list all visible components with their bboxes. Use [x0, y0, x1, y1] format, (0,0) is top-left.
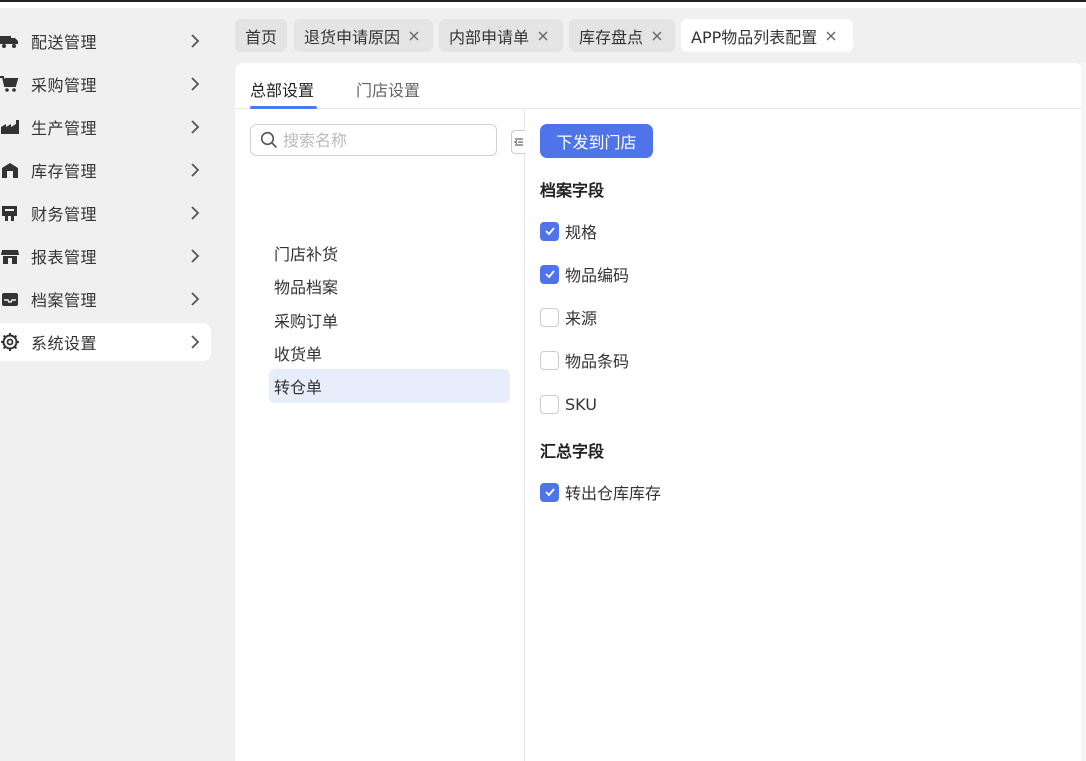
- chevron-right-icon: [191, 163, 200, 177]
- sidebar-item-delivery[interactable]: 配送管理: [0, 22, 211, 60]
- tab-internal-request[interactable]: 内部申请单: [439, 19, 563, 52]
- sidebar-item-label: 库存管理: [31, 162, 98, 181]
- close-icon[interactable]: [537, 30, 549, 42]
- tab-label: 退货申请原因: [304, 27, 401, 47]
- field-config-panel: 下发到门店 档案字段 规格 物品编码 来源 物品条码 SKU 汇总字段 转出仓库…: [526, 110, 1083, 761]
- chevron-right-icon: [191, 249, 200, 263]
- sidebar-item-reports[interactable]: 报表管理: [0, 237, 211, 275]
- tab-label: 首页: [245, 27, 278, 47]
- close-icon[interactable]: [408, 30, 420, 42]
- checkbox-unchecked[interactable]: [540, 307, 559, 327]
- section-title-archive-fields: 档案字段: [540, 181, 605, 200]
- sidebar-item-label: 生产管理: [31, 119, 98, 138]
- list-item[interactable]: 采购订单: [269, 303, 510, 337]
- subtab-bar: 总部设置 门店设置: [235, 63, 1083, 109]
- sidebar-item-label: 系统设置: [31, 334, 98, 353]
- chevron-right-icon: [191, 292, 200, 306]
- sidebar-item-system-settings[interactable]: 系统设置: [0, 323, 211, 361]
- inbox-icon: [0, 288, 22, 310]
- tab-label: APP物品列表配置: [691, 27, 818, 47]
- checkbox-unchecked[interactable]: [540, 394, 559, 414]
- sidebar-item-archives[interactable]: 档案管理: [0, 280, 211, 318]
- finance-icon: [0, 202, 22, 224]
- collapse-panel-button[interactable]: [511, 130, 525, 154]
- list-item[interactable]: 物品档案: [269, 269, 510, 303]
- field-checkbox-row[interactable]: 规格: [540, 220, 597, 242]
- sidebar-item-label: 采购管理: [31, 76, 98, 95]
- collapse-icon: [513, 138, 523, 146]
- chevron-right-icon: [191, 335, 200, 349]
- close-icon[interactable]: [825, 30, 837, 42]
- cart-icon: [0, 73, 22, 95]
- section-title-summary-fields: 汇总字段: [540, 442, 605, 461]
- sidebar-item-label: 财务管理: [31, 205, 98, 224]
- search-box[interactable]: [250, 124, 497, 156]
- tab-stocktake[interactable]: 库存盘点: [569, 19, 675, 52]
- dispatch-to-store-button[interactable]: 下发到门店: [540, 124, 653, 158]
- search-icon: [260, 131, 278, 149]
- field-checkbox-row[interactable]: 来源: [540, 306, 597, 328]
- sidebar-item-label: 报表管理: [31, 248, 98, 267]
- checkbox-label: 规格: [565, 223, 598, 242]
- factory-icon: [0, 116, 22, 138]
- scrollbar[interactable]: [1081, 63, 1086, 761]
- check-icon: [544, 488, 555, 497]
- gear-icon: [0, 331, 22, 353]
- field-checkbox-row[interactable]: SKU: [540, 393, 597, 415]
- subtab-headquarters-settings[interactable]: 总部设置: [250, 77, 314, 101]
- tab-label: 库存盘点: [579, 27, 644, 47]
- sidebar-item-purchase[interactable]: 采购管理: [0, 65, 211, 103]
- chevron-right-icon: [191, 34, 200, 48]
- field-checkbox-row[interactable]: 转出仓库库存: [540, 481, 661, 503]
- truck-icon: [0, 30, 22, 52]
- content-panel: 总部设置 门店设置 门店补货 物品档案 采购订单 收货单 转仓单 下发到门店 档…: [235, 63, 1083, 761]
- checkbox-label: 物品条码: [565, 352, 630, 371]
- checkbox-checked[interactable]: [540, 221, 559, 241]
- sidebar: 配送管理 采购管理 生产管理 库存管理 财务管理 报表管理 档案管理 系统设置: [0, 8, 221, 761]
- chevron-right-icon: [191, 77, 200, 91]
- close-icon[interactable]: [651, 30, 663, 42]
- tab-home[interactable]: 首页: [235, 19, 287, 52]
- warehouse-icon: [0, 159, 22, 181]
- tab-label: 内部申请单: [449, 27, 530, 47]
- subtab-store-settings[interactable]: 门店设置: [356, 77, 420, 101]
- checkbox-checked[interactable]: [540, 264, 559, 284]
- checkbox-label: SKU: [565, 394, 597, 414]
- tab-app-item-list-config[interactable]: APP物品列表配置: [681, 19, 853, 52]
- sidebar-item-production[interactable]: 生产管理: [0, 108, 211, 146]
- list-item[interactable]: 收货单: [269, 336, 510, 370]
- checkbox-checked[interactable]: [540, 482, 559, 502]
- list-item-selected[interactable]: 转仓单: [269, 369, 510, 403]
- checkbox-label: 转出仓库库存: [565, 484, 662, 503]
- check-icon: [544, 270, 555, 279]
- list-item[interactable]: 门店补货: [269, 236, 510, 270]
- sidebar-item-finance[interactable]: 财务管理: [0, 194, 211, 232]
- check-icon: [544, 227, 555, 236]
- active-tab-indicator: [250, 106, 317, 109]
- top-border: [0, 0, 1086, 8]
- checkbox-label: 来源: [565, 309, 598, 328]
- field-checkbox-row[interactable]: 物品条码: [540, 349, 629, 371]
- search-input[interactable]: [283, 130, 483, 150]
- checkbox-unchecked[interactable]: [540, 350, 559, 370]
- sidebar-item-label: 档案管理: [31, 291, 98, 310]
- store-icon: [0, 245, 22, 267]
- chevron-right-icon: [191, 206, 200, 220]
- checkbox-label: 物品编码: [565, 266, 630, 285]
- sidebar-item-label: 配送管理: [31, 33, 98, 52]
- document-list-panel: 门店补货 物品档案 采购订单 收货单 转仓单: [235, 110, 525, 761]
- field-checkbox-row[interactable]: 物品编码: [540, 263, 629, 285]
- chevron-right-icon: [191, 120, 200, 134]
- sidebar-item-inventory[interactable]: 库存管理: [0, 151, 211, 189]
- tab-return-reasons[interactable]: 退货申请原因: [294, 19, 433, 52]
